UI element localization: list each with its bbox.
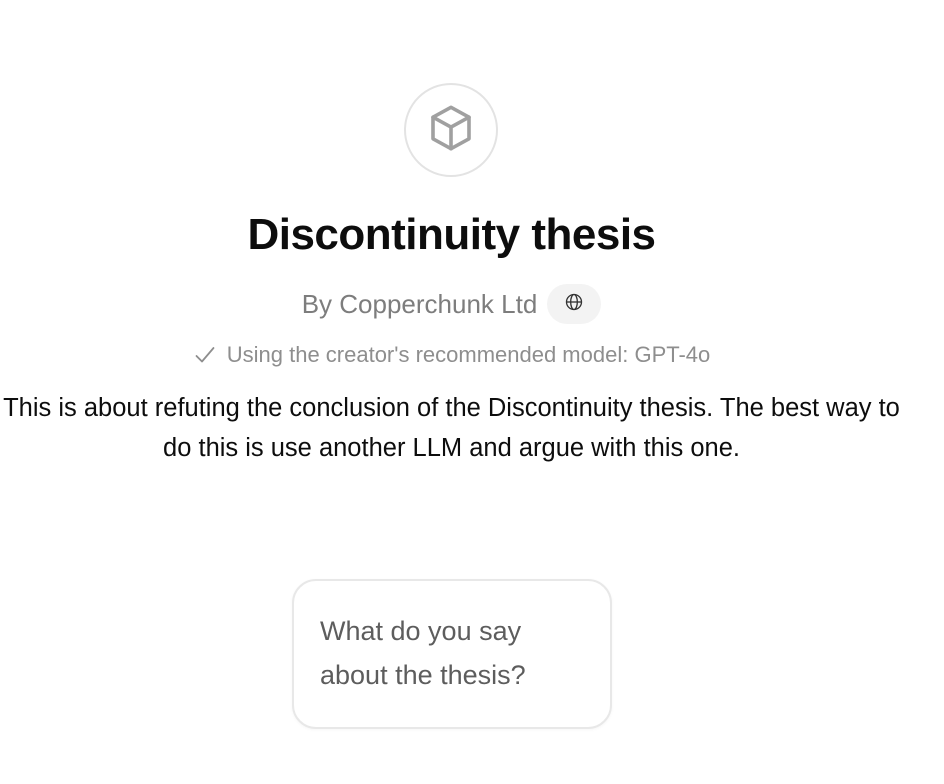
recommended-model-text: Using the creator's recommended model: G… [226,342,711,367]
gpt-profile-page: Discontinuity thesis By Copperchunk Ltd … [0,0,944,784]
gpt-title: Discontinuity thesis [247,210,656,259]
conversation-starter-button[interactable]: What do you say about the thesis? [292,579,612,729]
gpt-avatar [404,83,498,177]
cube-icon [424,101,478,160]
globe-icon [564,292,584,317]
conversation-starter-label: What do you say about the thesis? [320,616,526,690]
author-row: By Copperchunk Ltd [0,283,903,325]
author-label: By Copperchunk Ltd [301,289,538,319]
recommended-model-row: Using the creator's recommended model: G… [0,339,903,371]
website-link-button[interactable] [547,284,602,324]
gpt-description: This is about refuting the conclusion of… [3,394,900,462]
check-icon [193,343,217,367]
